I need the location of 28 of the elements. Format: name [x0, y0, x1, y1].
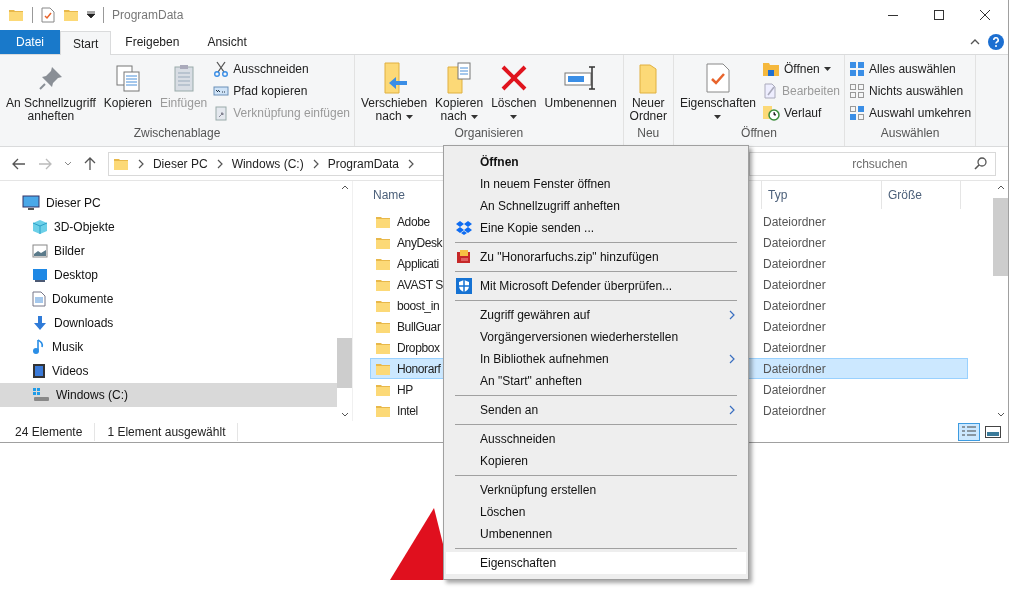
file-type: Dateiordner — [762, 255, 826, 273]
group-label: Auswählen — [879, 125, 941, 142]
selection-count: 1 Element ausgewählt — [95, 422, 239, 441]
file-name: Dropbox — [397, 339, 440, 357]
group-label: Öffnen — [740, 125, 778, 142]
file-name: AnyDesk — [397, 234, 443, 252]
file-type: Dateiordner — [762, 318, 826, 336]
file-name: boost_in — [397, 297, 440, 315]
file-type: Dateiordner — [762, 234, 826, 252]
file-name: Honorarf — [397, 360, 441, 378]
file-type: Dateiordner — [762, 360, 826, 378]
item-count: 24 Elemente — [15, 422, 96, 441]
file-name: Intel — [397, 402, 418, 420]
file-name: HP — [397, 381, 413, 399]
file-name: BullGuar — [397, 318, 441, 336]
file-type: Dateiordner — [762, 339, 826, 357]
file-type: Dateiordner — [762, 402, 826, 420]
group-label: Organisieren — [453, 125, 525, 142]
file-name: AVAST S — [397, 276, 443, 294]
file-type: Dateiordner — [762, 297, 826, 315]
group-label: Zwischenablage — [132, 125, 222, 142]
file-type: Dateiordner — [762, 276, 826, 294]
file-type: Dateiordner — [762, 381, 826, 399]
file-type: Dateiordner — [762, 213, 826, 231]
file-name: Applicati — [397, 255, 439, 273]
window-title: ProgramData — [112, 7, 184, 24]
file-name: Adobe — [397, 213, 430, 231]
group-label: Neu — [636, 125, 661, 142]
